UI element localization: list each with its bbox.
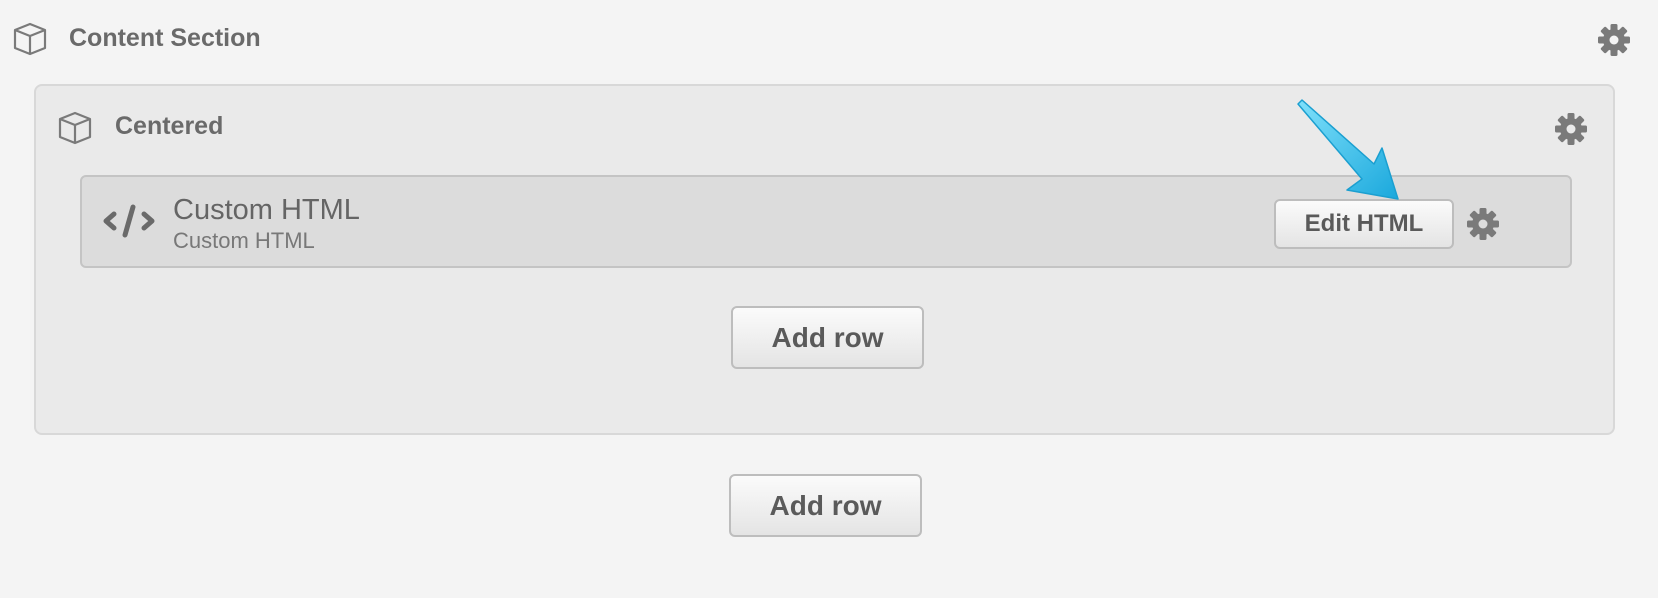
module-type: Custom HTML (173, 228, 315, 253)
gear-icon[interactable] (1597, 23, 1631, 57)
custom-html-module[interactable]: Custom HTML Custom HTML Edit HTML (80, 175, 1572, 268)
content-section-header: Content Section (0, 0, 1658, 80)
box-icon (58, 111, 92, 145)
row-title: Centered (115, 112, 224, 140)
gear-icon[interactable] (1466, 207, 1500, 241)
box-icon (13, 22, 47, 56)
module-name: Custom HTML (173, 194, 360, 226)
add-row-button[interactable]: Add row (731, 306, 924, 369)
gear-icon[interactable] (1554, 112, 1588, 146)
centered-row-container: Centered Custom HTML Custom HTML Edit HT… (34, 84, 1615, 435)
page-builder: Content Section Centered Custom HTML Cus… (0, 0, 1658, 598)
add-row-button[interactable]: Add row (729, 474, 922, 537)
edit-html-button[interactable]: Edit HTML (1274, 199, 1454, 249)
section-title: Content Section (69, 24, 261, 52)
code-icon (103, 204, 155, 238)
